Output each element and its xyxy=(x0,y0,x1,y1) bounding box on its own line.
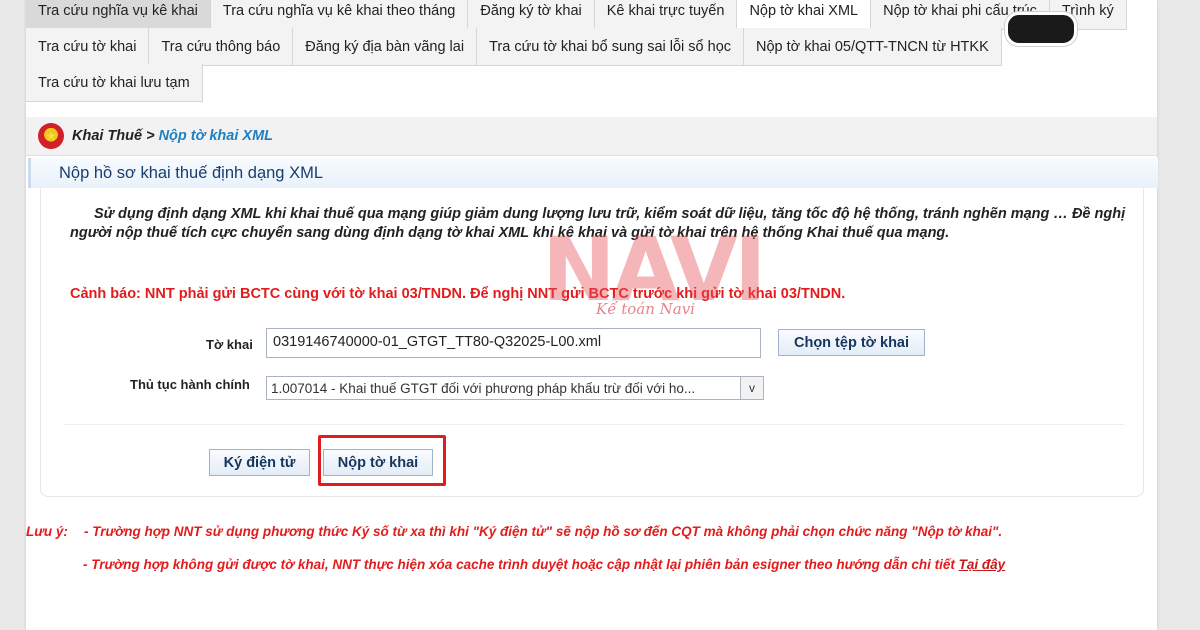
page-container: Tra cứu nghĩa vụ kê khai Tra cứu nghĩa v… xyxy=(26,0,1158,630)
tab-nop-05-qtt[interactable]: Nộp tờ khai 05/QTT-TNCN từ HTKK xyxy=(744,28,1002,66)
tab-dang-ky-dia-ban[interactable]: Đăng ký địa bàn vãng lai xyxy=(293,28,478,66)
breadcrumb: ★ Khai Thuế > Nộp tờ khai XML xyxy=(26,117,1157,156)
warning-text: Cảnh báo: NNT phải gửi BCTC cùng với tờ … xyxy=(70,286,846,302)
toggle-pill[interactable] xyxy=(1005,12,1077,46)
tab-tra-cuu-to-khai[interactable]: Tra cứu tờ khai xyxy=(26,28,150,66)
tab-row-1: Tra cứu nghĩa vụ kê khai Tra cứu nghĩa v… xyxy=(26,0,1127,30)
breadcrumb-home[interactable]: Khai Thuế xyxy=(72,128,142,144)
tab-tra-cuu-nghia-vu[interactable]: Tra cứu nghĩa vụ kê khai xyxy=(26,0,211,30)
note-2-text: - Trường hợp không gửi được tờ khai, NNT… xyxy=(83,557,955,572)
file-path-field[interactable]: 0319146740000-01_GTGT_TT80-Q32025-L00.xm… xyxy=(266,328,761,358)
procedure-label: Thủ tục hành chính xyxy=(130,377,250,392)
help-link[interactable]: Tại đây xyxy=(959,557,1006,572)
choose-file-button[interactable]: Chọn tệp tờ khai xyxy=(778,329,925,356)
tab-nop-to-khai-xml[interactable]: Nộp tờ khai XML xyxy=(737,0,872,30)
file-label: Tờ khai xyxy=(206,337,253,352)
procedure-selected-value: 1.007014 - Khai thuế GTGT đối với phương… xyxy=(271,380,696,396)
tab-row-3: Tra cứu tờ khai lưu tạm xyxy=(26,64,203,102)
tab-tra-cuu-thong-bao[interactable]: Tra cứu thông báo xyxy=(149,28,294,66)
procedure-select[interactable]: 1.007014 - Khai thuế GTGT đối với phương… xyxy=(266,376,764,400)
divider xyxy=(64,424,1124,425)
tab-row-2: Tra cứu tờ khai Tra cứu thông báo Đăng k… xyxy=(26,28,1002,66)
tab-tra-cuu-nghia-vu-theo-thang[interactable]: Tra cứu nghĩa vụ kê khai theo tháng xyxy=(210,0,469,30)
note-1: - Trường hợp NNT sử dụng phương thức Ký … xyxy=(84,524,1003,539)
national-emblem-icon: ★ xyxy=(38,123,64,149)
submit-button[interactable]: Nộp tờ khai xyxy=(323,449,433,476)
panel-title: Nộp hồ sơ khai thuế định dạng XML xyxy=(59,163,323,182)
breadcrumb-current: Nộp tờ khai XML xyxy=(158,128,274,144)
sign-button[interactable]: Ký điện tử xyxy=(209,449,310,476)
chevron-down-icon[interactable]: v xyxy=(740,377,763,399)
note-2: - Trường hợp không gửi được tờ khai, NNT… xyxy=(83,557,1005,572)
tab-ke-khai-truc-tuyen[interactable]: Kê khai trực tuyến xyxy=(594,0,738,30)
intro-text: Sử dụng định dạng XML khi khai thuế qua … xyxy=(70,206,1126,241)
panel-header: Nộp hồ sơ khai thuế định dạng XML xyxy=(28,158,1158,188)
tab-tra-cuu-bo-sung[interactable]: Tra cứu tờ khai bổ sung sai lỗi sổ học xyxy=(477,28,745,66)
tab-dang-ky-to-khai[interactable]: Đăng ký tờ khai xyxy=(468,0,595,30)
breadcrumb-separator: > xyxy=(146,128,155,144)
note-label: Lưu ý: xyxy=(26,524,68,539)
tab-tra-cuu-luu-tam[interactable]: Tra cứu tờ khai lưu tạm xyxy=(26,64,203,102)
